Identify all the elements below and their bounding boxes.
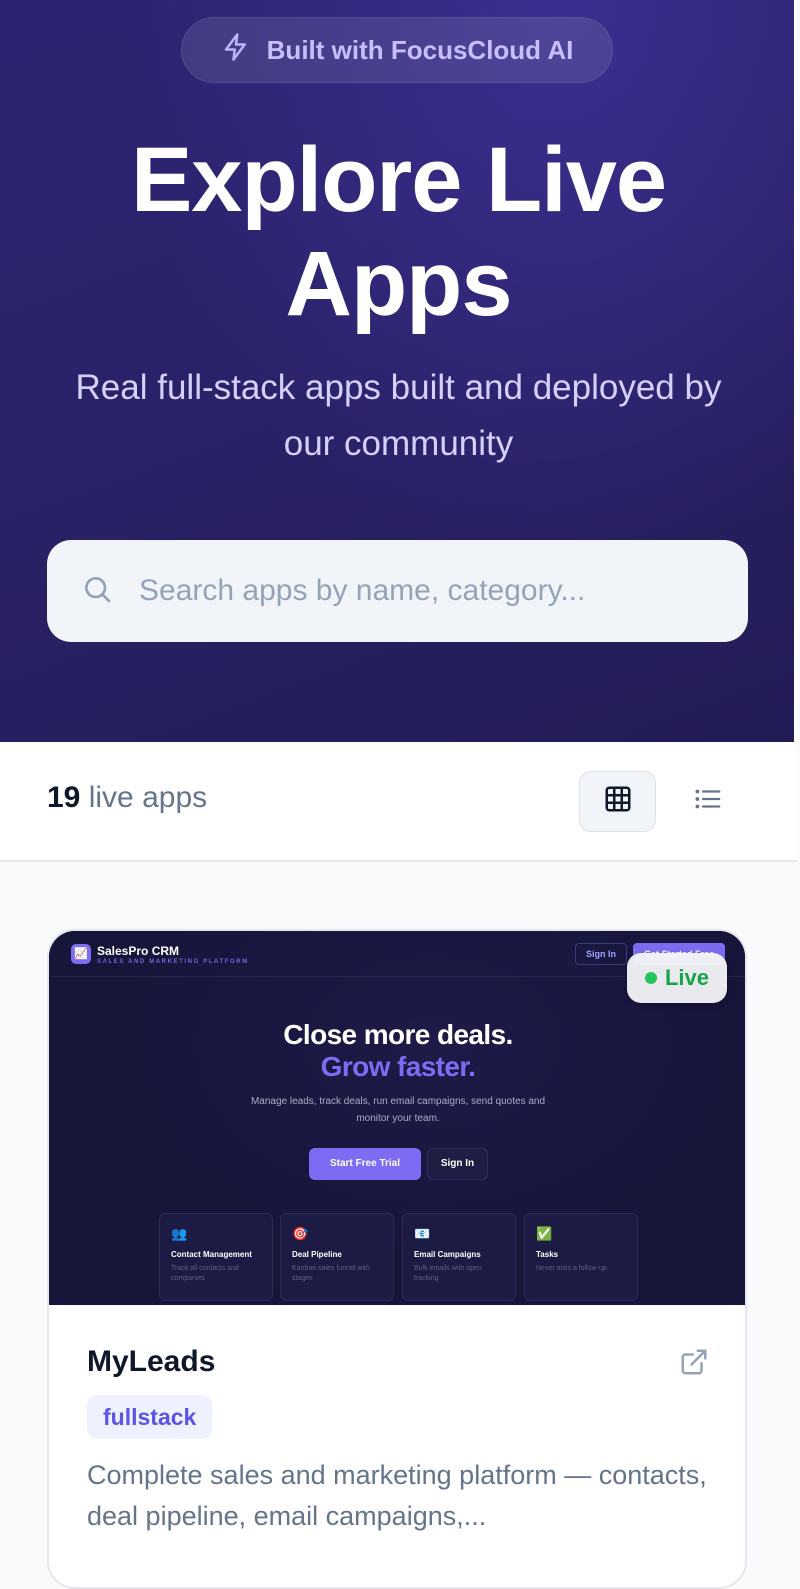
title-line-1: Explore Live bbox=[130, 129, 667, 231]
preview-feature-card: 🎯 Deal Pipeline Kanban sales funnel with… bbox=[280, 1213, 394, 1301]
email-icon: 📧 bbox=[414, 1226, 431, 1241]
users-icon: 👥 bbox=[171, 1226, 188, 1241]
feature-title: Tasks bbox=[536, 1250, 559, 1259]
app-card[interactable]: 📈 SalesPro CRM SALES AND MARKETING PLATF… bbox=[47, 929, 747, 1589]
lightning-icon bbox=[221, 32, 251, 69]
preview-description: Manage leads, track deals, run email cam… bbox=[250, 1096, 546, 1124]
grid-icon bbox=[603, 784, 633, 819]
external-link-icon[interactable] bbox=[679, 1347, 709, 1377]
page-title: Explore Live Apps bbox=[0, 128, 797, 336]
grid-view-button[interactable] bbox=[579, 771, 656, 832]
category-tag: fullstack bbox=[87, 1395, 213, 1439]
feature-desc: Never miss a follow-up bbox=[536, 1265, 607, 1272]
preview-sign-in-button: Sign In bbox=[575, 943, 627, 965]
badge-label: Built with FocusCloud AI bbox=[266, 34, 574, 65]
search-icon bbox=[81, 573, 113, 610]
live-status-badge: Live bbox=[627, 953, 727, 1003]
preview-brand: SalesPro CRM bbox=[97, 944, 180, 958]
hero-section: Built with FocusCloud AI Explore Live Ap… bbox=[0, 0, 797, 742]
title-line-2: Apps bbox=[285, 233, 513, 335]
preview-feature-card: ✅ Tasks Never miss a follow-up bbox=[524, 1213, 638, 1301]
list-icon bbox=[693, 784, 723, 819]
preview-start-trial-button: Start Free Trial bbox=[309, 1148, 421, 1180]
preview-secondary-sign-in-button: Sign In bbox=[427, 1148, 488, 1180]
feature-desc: Kanban sales funnel with stages bbox=[292, 1265, 370, 1282]
list-view-button[interactable] bbox=[669, 771, 746, 832]
search-bar[interactable] bbox=[47, 540, 748, 642]
feature-title: Email Campaigns bbox=[414, 1250, 481, 1259]
preview-headline: Close more deals. bbox=[283, 1019, 513, 1050]
preview-feature-card: 👥 Contact Management Track all contacts … bbox=[159, 1213, 273, 1301]
status-label: Live bbox=[664, 965, 710, 990]
app-count-label: live apps bbox=[88, 781, 208, 814]
status-dot-icon bbox=[644, 972, 657, 984]
app-preview-screenshot[interactable]: 📈 SalesPro CRM SALES AND MARKETING PLATF… bbox=[49, 931, 745, 1305]
page-subtitle: Real full-stack apps built and deployed … bbox=[75, 368, 722, 463]
feature-title: Contact Management bbox=[171, 1250, 252, 1259]
preview-chart-icon: 📈 bbox=[71, 944, 91, 964]
feature-desc: Track all contacts and companies bbox=[171, 1265, 239, 1282]
preview-feature-card: 📧 Email Campaigns Bulk emails with open … bbox=[402, 1213, 516, 1301]
built-with-badge: Built with FocusCloud AI bbox=[181, 17, 613, 83]
target-icon: 🎯 bbox=[292, 1226, 309, 1241]
checkmark-icon: ✅ bbox=[536, 1226, 553, 1241]
feature-title: Deal Pipeline bbox=[292, 1250, 342, 1259]
preview-tagline: SALES AND MARKETING PLATFORM bbox=[97, 959, 249, 965]
feature-desc: Bulk emails with open tracking bbox=[414, 1265, 482, 1282]
app-count: 19 live apps bbox=[47, 781, 207, 815]
preview-headline-accent: Grow faster. bbox=[320, 1051, 476, 1082]
app-name[interactable]: MyLeads bbox=[87, 1345, 215, 1379]
app-description: Complete sales and marketing platform — … bbox=[87, 1460, 707, 1531]
app-count-number: 19 bbox=[47, 781, 81, 814]
search-input[interactable] bbox=[139, 574, 699, 608]
